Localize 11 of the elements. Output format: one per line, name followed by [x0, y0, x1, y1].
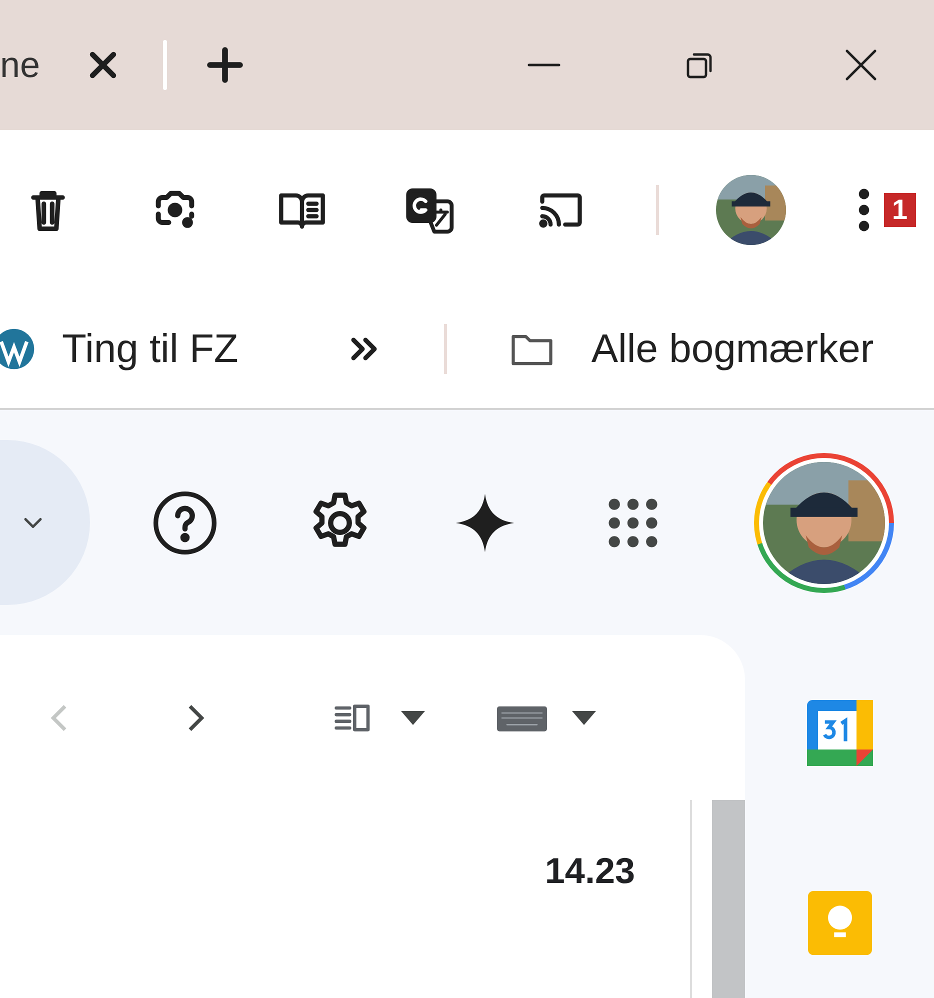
caret-icon	[572, 710, 596, 724]
new-tab-icon[interactable]	[205, 45, 246, 85]
email-time: 14.23	[544, 850, 635, 892]
scrollbar[interactable]	[712, 800, 745, 998]
more-icon[interactable]	[856, 186, 872, 234]
calendar-icon[interactable]	[806, 700, 872, 766]
caret-icon	[401, 710, 425, 724]
tab-title[interactable]: ne	[0, 44, 40, 86]
callout-badge: 1	[884, 193, 916, 227]
bookmark-folder[interactable]: Alle bogmærker	[503, 324, 874, 374]
bookmark[interactable]: Ting til FZ	[0, 326, 238, 372]
